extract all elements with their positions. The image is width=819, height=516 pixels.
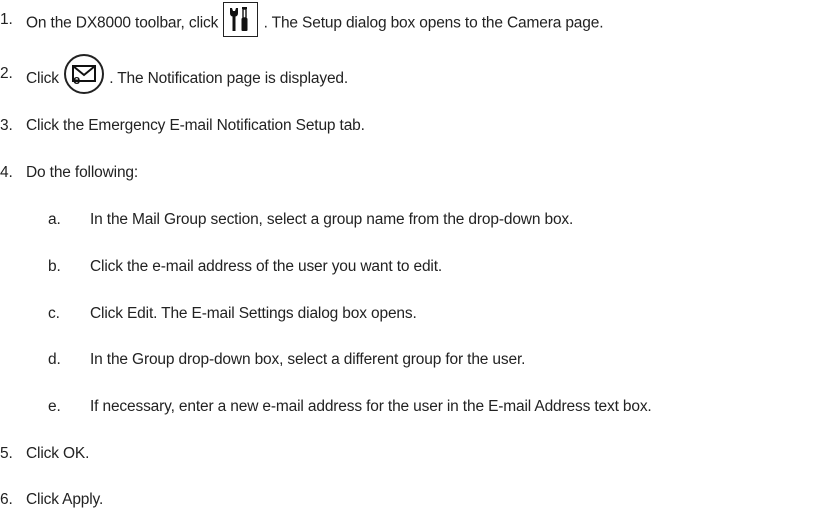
step-number: 3. bbox=[0, 117, 13, 134]
substep-text: Click Edit. The E-mail Settings dialog b… bbox=[90, 305, 417, 322]
substep-letter: c. bbox=[48, 305, 60, 322]
step-text: On the DX8000 toolbar, click bbox=[26, 14, 219, 32]
substep-text: In the Mail Group section, select a grou… bbox=[90, 211, 574, 228]
substep-letter: a. bbox=[48, 211, 61, 228]
substep-letter: e. bbox=[48, 398, 61, 415]
step-number: 1. bbox=[0, 11, 13, 28]
svg-text:e: e bbox=[73, 72, 80, 87]
step-text: Do the following: bbox=[26, 164, 139, 181]
step-text: Click OK. bbox=[26, 445, 90, 462]
step-number: 5. bbox=[0, 445, 13, 462]
wrench-screwdriver-icon[interactable] bbox=[223, 2, 259, 37]
step-text: Click the Emergency E-mail Notification … bbox=[26, 117, 365, 134]
step-text: Click bbox=[26, 70, 59, 88]
step-text-after: . The Notification page is displayed. bbox=[109, 70, 349, 88]
substep-text: Click the e-mail address of the user you… bbox=[90, 258, 443, 275]
substep-letter: b. bbox=[48, 258, 61, 275]
substep-text: In the Group drop-down box, select a dif… bbox=[90, 351, 526, 368]
step-number: 4. bbox=[0, 164, 13, 181]
step-text: Click Apply. bbox=[26, 491, 104, 508]
substep-letter: d. bbox=[48, 351, 61, 368]
step-number: 6. bbox=[0, 491, 13, 508]
email-notification-icon[interactable]: e bbox=[64, 54, 105, 94]
step-text-after: . The Setup dialog box opens to the Came… bbox=[263, 14, 604, 32]
substep-text: If necessary, enter a new e-mail address… bbox=[90, 398, 652, 415]
step-number: 2. bbox=[0, 65, 13, 82]
